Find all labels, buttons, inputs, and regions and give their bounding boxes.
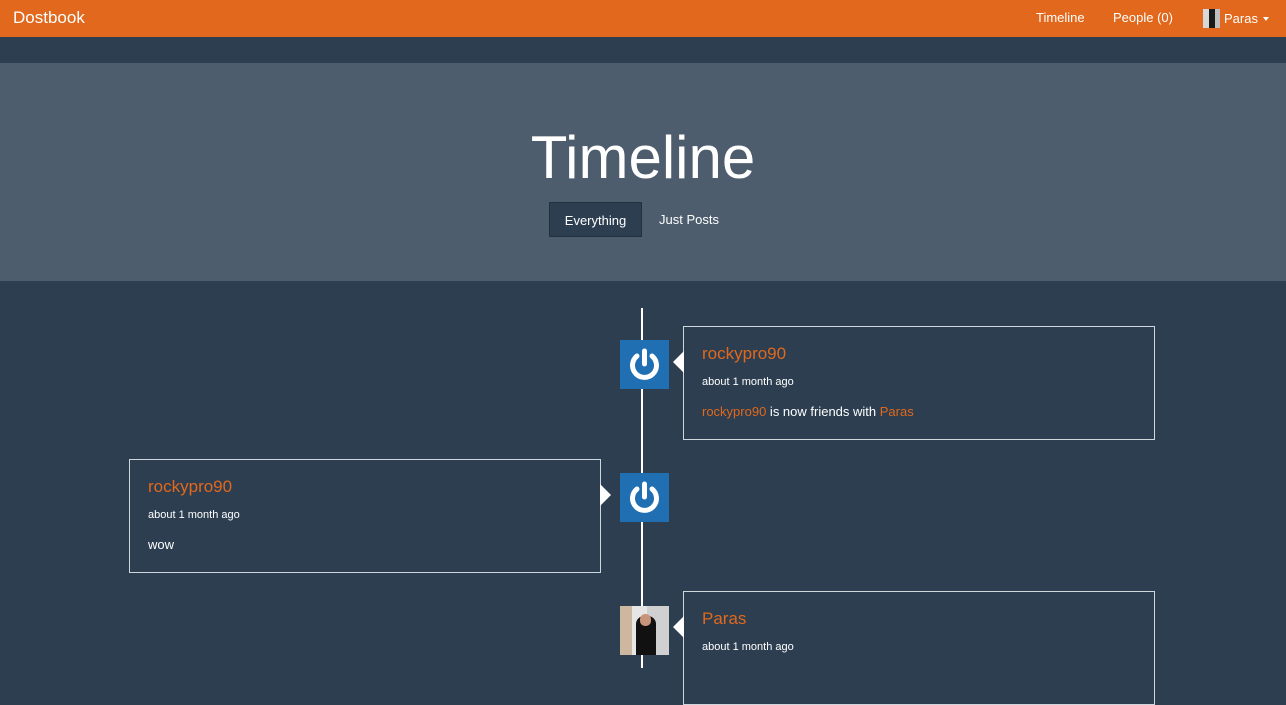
card-author-link[interactable]: rockypro90: [148, 477, 232, 497]
card-author-link[interactable]: rockypro90: [702, 344, 786, 364]
activity-actor-link[interactable]: rockypro90: [702, 404, 766, 419]
filter-everything-tab[interactable]: Everything: [549, 202, 642, 237]
page-title: Timeline: [530, 124, 756, 191]
card-pointer-arrow: [673, 351, 684, 373]
card-timestamp: about 1 month ago: [702, 376, 794, 388]
activity-verb-text: is now friends with: [766, 404, 880, 419]
user-photo-avatar: [620, 606, 669, 655]
caret-down-icon: [1262, 17, 1269, 21]
card-author-link[interactable]: Paras: [702, 609, 746, 629]
nav-timeline-link[interactable]: Timeline: [1036, 10, 1085, 25]
photo-face-shape: [640, 614, 651, 626]
card-timestamp: about 1 month ago: [148, 509, 240, 521]
power-icon: [620, 340, 669, 389]
activity-object-link[interactable]: Paras: [880, 404, 914, 419]
card-pointer-arrow: [673, 616, 684, 638]
card-post-text: wow: [148, 537, 175, 552]
user-menu-name: Paras: [1224, 10, 1258, 26]
nav-people-link[interactable]: People (0): [1113, 10, 1173, 25]
top-navbar: Dostbook Timeline People (0) Paras: [0, 0, 1286, 37]
timeline-card-post: rockypro90 about 1 month ago wow: [129, 459, 611, 573]
timeline-card-friendship: rockypro90 about 1 month ago rockypro90 …: [673, 326, 1155, 440]
card-pointer-arrow: [600, 484, 611, 506]
card-activity-text: rockypro90 is now friends with Paras: [702, 404, 914, 419]
brand-logo-link[interactable]: Dostbook: [13, 8, 85, 28]
filter-just-posts-tab[interactable]: Just Posts: [649, 202, 729, 237]
card-timestamp: about 1 month ago: [702, 641, 794, 653]
power-icon: [620, 473, 669, 522]
user-menu-dropdown[interactable]: Paras: [1203, 8, 1269, 28]
user-avatar: [1203, 8, 1220, 28]
timeline-card-paras: Paras about 1 month ago: [673, 591, 1155, 705]
